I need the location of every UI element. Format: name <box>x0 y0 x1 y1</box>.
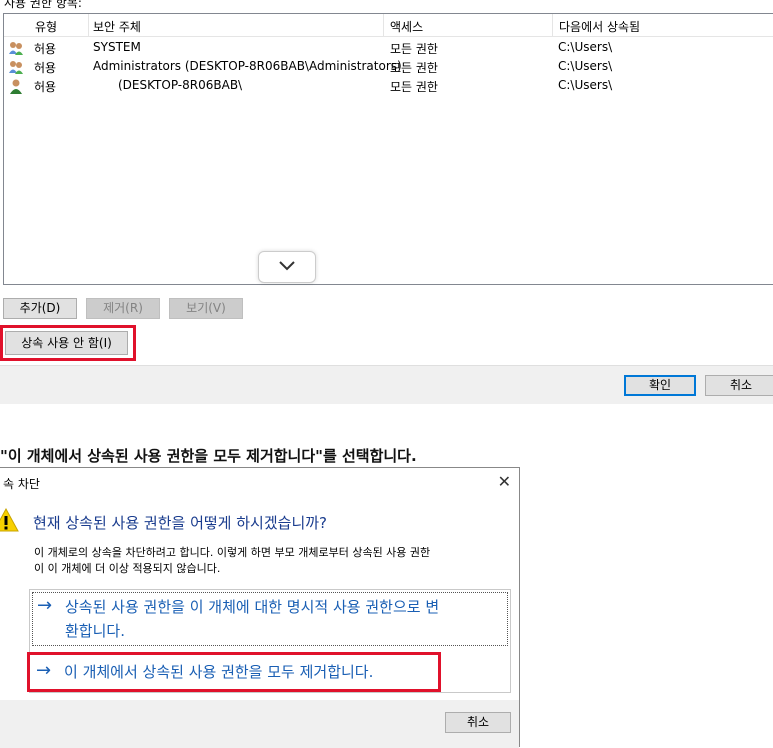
remove-all-option[interactable]: → 이 개체에서 상속된 사용 권한을 모두 제거합니다. <box>32 654 436 690</box>
chevron-down-icon <box>279 261 295 271</box>
row-principal: SYSTEM <box>93 40 141 54</box>
convert-option[interactable]: → 상속된 사용 권한을 이 개체에 대한 명시적 사용 권한으로 변 환합니다… <box>32 592 508 646</box>
view-button[interactable]: 보기(V) <box>169 298 243 319</box>
row-type: 허용 <box>34 61 57 75</box>
column-principal[interactable]: 보안 주체 <box>93 18 141 35</box>
dialog-footer: 취소 <box>0 700 519 748</box>
description-line: 이 이 개체에 더 이상 적용되지 않습니다. <box>34 562 221 575</box>
dialog-title: 속 차단 <box>3 477 40 491</box>
permission-entries-label: 사용 권한 항목: <box>4 0 82 10</box>
column-access[interactable]: 액세스 <box>390 18 423 35</box>
column-inherited-from[interactable]: 다음에서 상속됨 <box>559 18 640 35</box>
expand-tab[interactable] <box>258 251 316 283</box>
list-header: 유형 보안 주체 액세스 다음에서 상속됨 <box>4 14 773 37</box>
row-access: 모든 권한 <box>390 80 438 94</box>
row-inherited: C:\Users\ <box>558 59 613 73</box>
ok-button[interactable]: 확인 <box>624 375 696 396</box>
row-access: 모든 권한 <box>390 61 438 75</box>
row-inherited: C:\Users\ <box>558 78 613 92</box>
column-type[interactable]: 유형 <box>35 18 57 35</box>
row-principal: Administrators (DESKTOP-8R06BAB\Administ… <box>93 59 402 73</box>
dialog-heading: 현재 상속된 사용 권한을 어떻게 하시겠습니까? <box>33 514 328 532</box>
user-icon <box>10 79 22 94</box>
arrow-right-icon: → <box>36 660 52 681</box>
row-type: 허용 <box>34 80 57 94</box>
warning-icon <box>0 508 19 532</box>
group-users-icon <box>9 61 23 74</box>
dialog-cancel-button[interactable]: 취소 <box>445 712 511 733</box>
row-type: 허용 <box>34 42 57 56</box>
arrow-right-icon: → <box>37 595 53 616</box>
remove-all-option-text: 이 개체에서 상속된 사용 권한을 모두 제거합니다. <box>64 663 374 681</box>
add-button[interactable]: 추가(D) <box>3 298 77 319</box>
row-inherited: C:\Users\ <box>558 40 613 54</box>
block-inheritance-dialog: 속 차단 ✕ 현재 상속된 사용 권한을 어떻게 하시겠습니까? 이 개체로의 … <box>0 467 520 748</box>
table-row[interactable]: 허용 SYSTEM 모든 권한 C:\Users\ <box>4 38 773 57</box>
dialog-description: 이 개체로의 상속을 차단하려고 합니다. 이렇게 하면 부모 개체로부터 상속… <box>34 545 430 577</box>
close-icon[interactable]: ✕ <box>498 472 511 491</box>
row-access: 모든 권한 <box>390 42 438 56</box>
remove-button[interactable]: 제거(R) <box>86 298 160 319</box>
group-users-icon <box>9 42 23 55</box>
dialog-footer: 확인 취소 <box>0 365 773 404</box>
row-principal: (DESKTOP-8R06BAB\ <box>118 78 243 92</box>
disable-inheritance-button[interactable]: 상속 사용 안 함(I) <box>5 331 128 355</box>
permission-entries-list[interactable]: 유형 보안 주체 액세스 다음에서 상속됨 허용 SYSTEM 모든 권한 C:… <box>3 13 773 285</box>
description-line: 이 개체로의 상속을 차단하려고 합니다. 이렇게 하면 부모 개체로부터 상속… <box>34 546 431 559</box>
convert-option-text: 상속된 사용 권한을 이 개체에 대한 명시적 사용 권한으로 변 환합니다. <box>65 598 440 640</box>
table-row[interactable]: 허용 Administrators (DESKTOP-8R06BAB\Admin… <box>4 57 773 76</box>
table-row[interactable]: 허용 (DESKTOP-8R06BAB\ 모든 권한 C:\Users\ <box>4 76 773 95</box>
cancel-button[interactable]: 취소 <box>705 375 773 396</box>
options-container: → 상속된 사용 권한을 이 개체에 대한 명시적 사용 권한으로 변 환합니다… <box>27 589 511 693</box>
instruction-caption: "이 개체에서 상속된 사용 권한을 모두 제거합니다"를 선택합니다. <box>0 447 417 465</box>
